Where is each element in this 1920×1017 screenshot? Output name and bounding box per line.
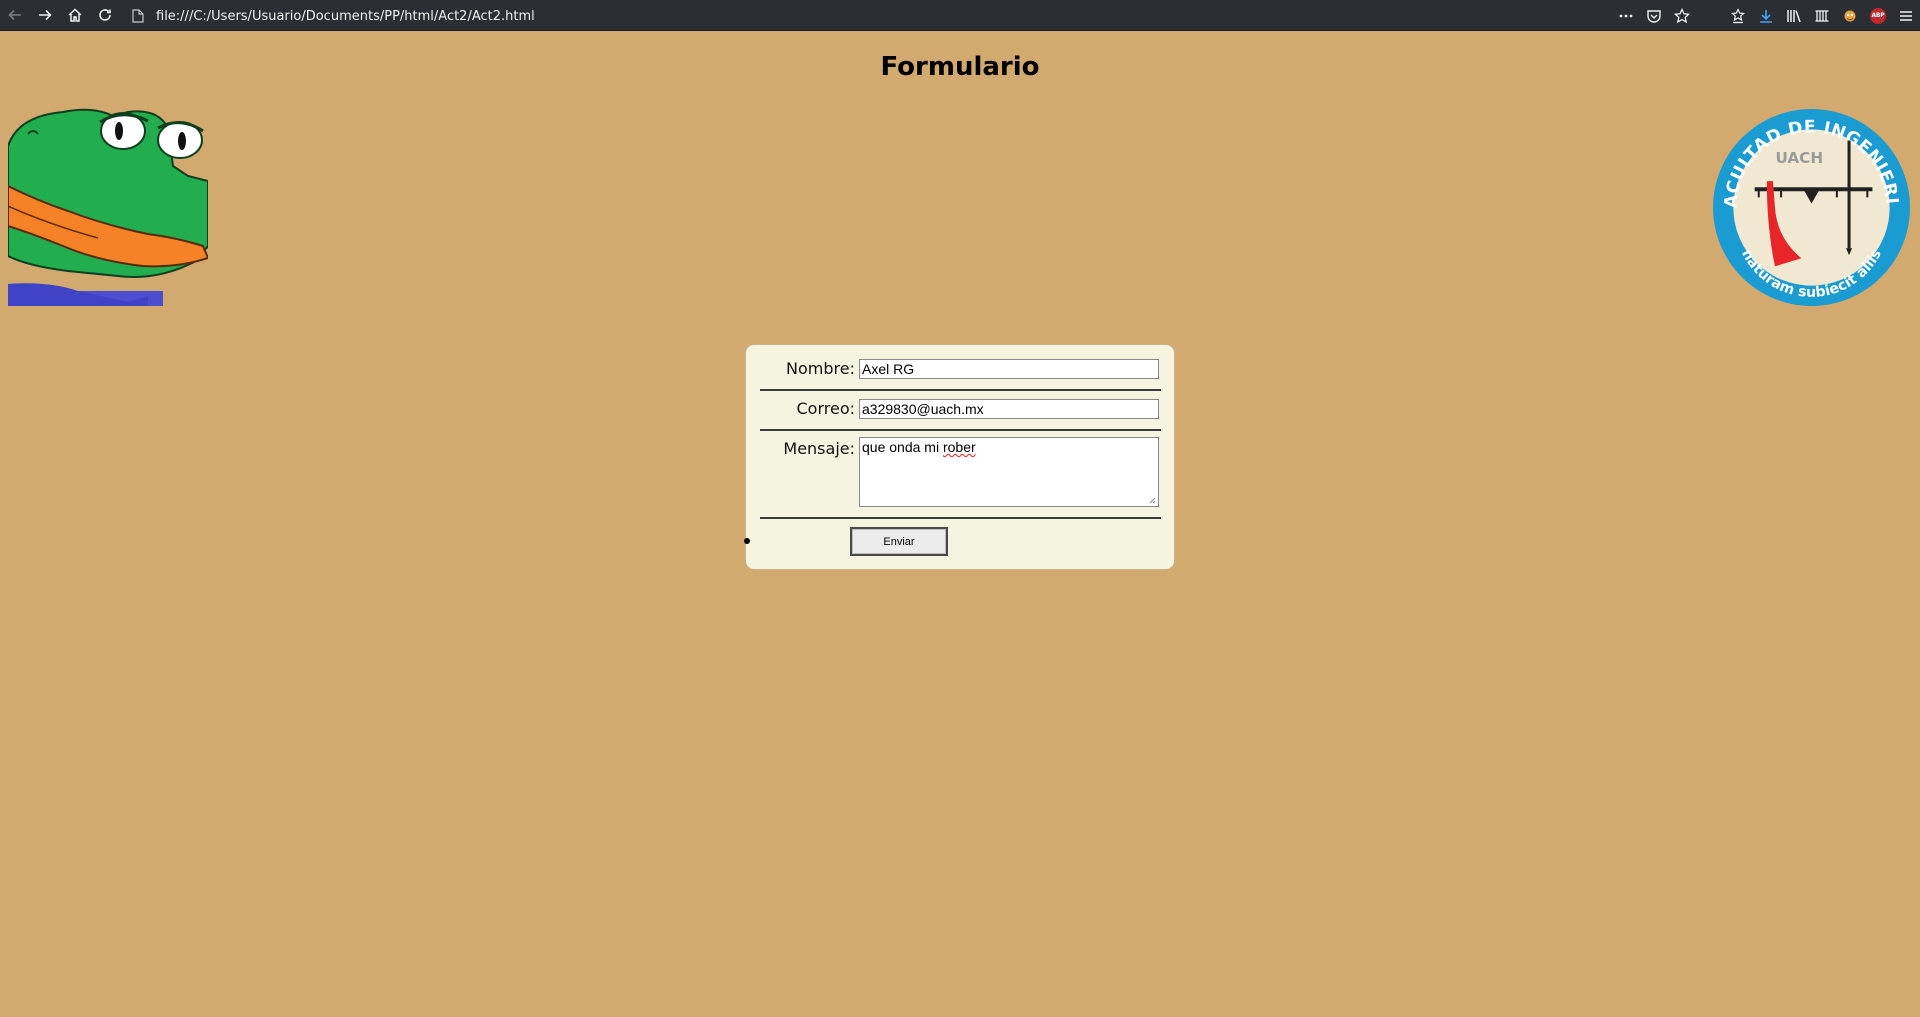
back-icon[interactable] — [0, 0, 30, 31]
url-text[interactable]: file:///C:/Users/Usuario/Documents/PP/ht… — [156, 9, 535, 24]
divider — [760, 389, 1161, 391]
frog-image — [8, 108, 208, 306]
reading-list-icon[interactable] — [1724, 0, 1752, 31]
mensaje-text: que onda mi — [862, 439, 943, 455]
extension-icon[interactable] — [1836, 0, 1864, 31]
facultad-ingenieria-logo: FACULTAD DE INGENIERIA naturam subiecit … — [1710, 106, 1910, 306]
sidebar-icon[interactable] — [1808, 0, 1836, 31]
download-icon[interactable] — [1752, 0, 1780, 31]
mensaje-label: Mensaje: — [783, 439, 855, 458]
bookmark-star-icon[interactable] — [1668, 0, 1696, 31]
library-icon[interactable] — [1780, 0, 1808, 31]
divider — [760, 429, 1161, 431]
url-actions — [1612, 0, 1696, 31]
correo-row: Correo: a329830@uach.mx — [760, 397, 1161, 421]
menu-icon[interactable] — [1892, 0, 1920, 31]
correo-label: Correo: — [796, 399, 855, 418]
reload-icon[interactable] — [90, 0, 120, 31]
page-title: Formulario — [880, 52, 1040, 82]
correo-input[interactable]: a329830@uach.mx — [859, 399, 1159, 419]
nombre-label: Nombre: — [786, 359, 855, 378]
mensaje-row: Mensaje: que onda mi rober — [760, 437, 1161, 511]
browser-toolbar: file:///C:/Users/Usuario/Documents/PP/ht… — [0, 0, 1920, 31]
address-bar[interactable]: file:///C:/Users/Usuario/Documents/PP/ht… — [126, 4, 1696, 28]
adblock-icon[interactable]: ABP — [1864, 0, 1892, 31]
page-icon — [132, 9, 144, 23]
mensaje-textarea[interactable]: que onda mi rober — [859, 437, 1159, 507]
pocket-icon[interactable] — [1640, 0, 1668, 31]
nombre-input[interactable]: Axel RG — [859, 359, 1159, 379]
home-icon[interactable] — [60, 0, 90, 31]
more-icon[interactable] — [1612, 0, 1640, 31]
enviar-button[interactable]: Enviar — [850, 527, 948, 556]
forward-icon[interactable] — [30, 0, 60, 31]
resize-grip-icon[interactable] — [1148, 496, 1156, 504]
divider — [760, 517, 1161, 519]
logo-center-text: UACH — [1776, 149, 1824, 167]
misspelled-word: rober — [942, 439, 976, 455]
nombre-row: Nombre: Axel RG — [760, 357, 1161, 381]
contact-form: Nombre: Axel RG Correo: a329830@uach.mx … — [744, 344, 1175, 570]
toolbar-right-actions: ABP — [1724, 0, 1920, 31]
list-bullet — [744, 538, 750, 544]
